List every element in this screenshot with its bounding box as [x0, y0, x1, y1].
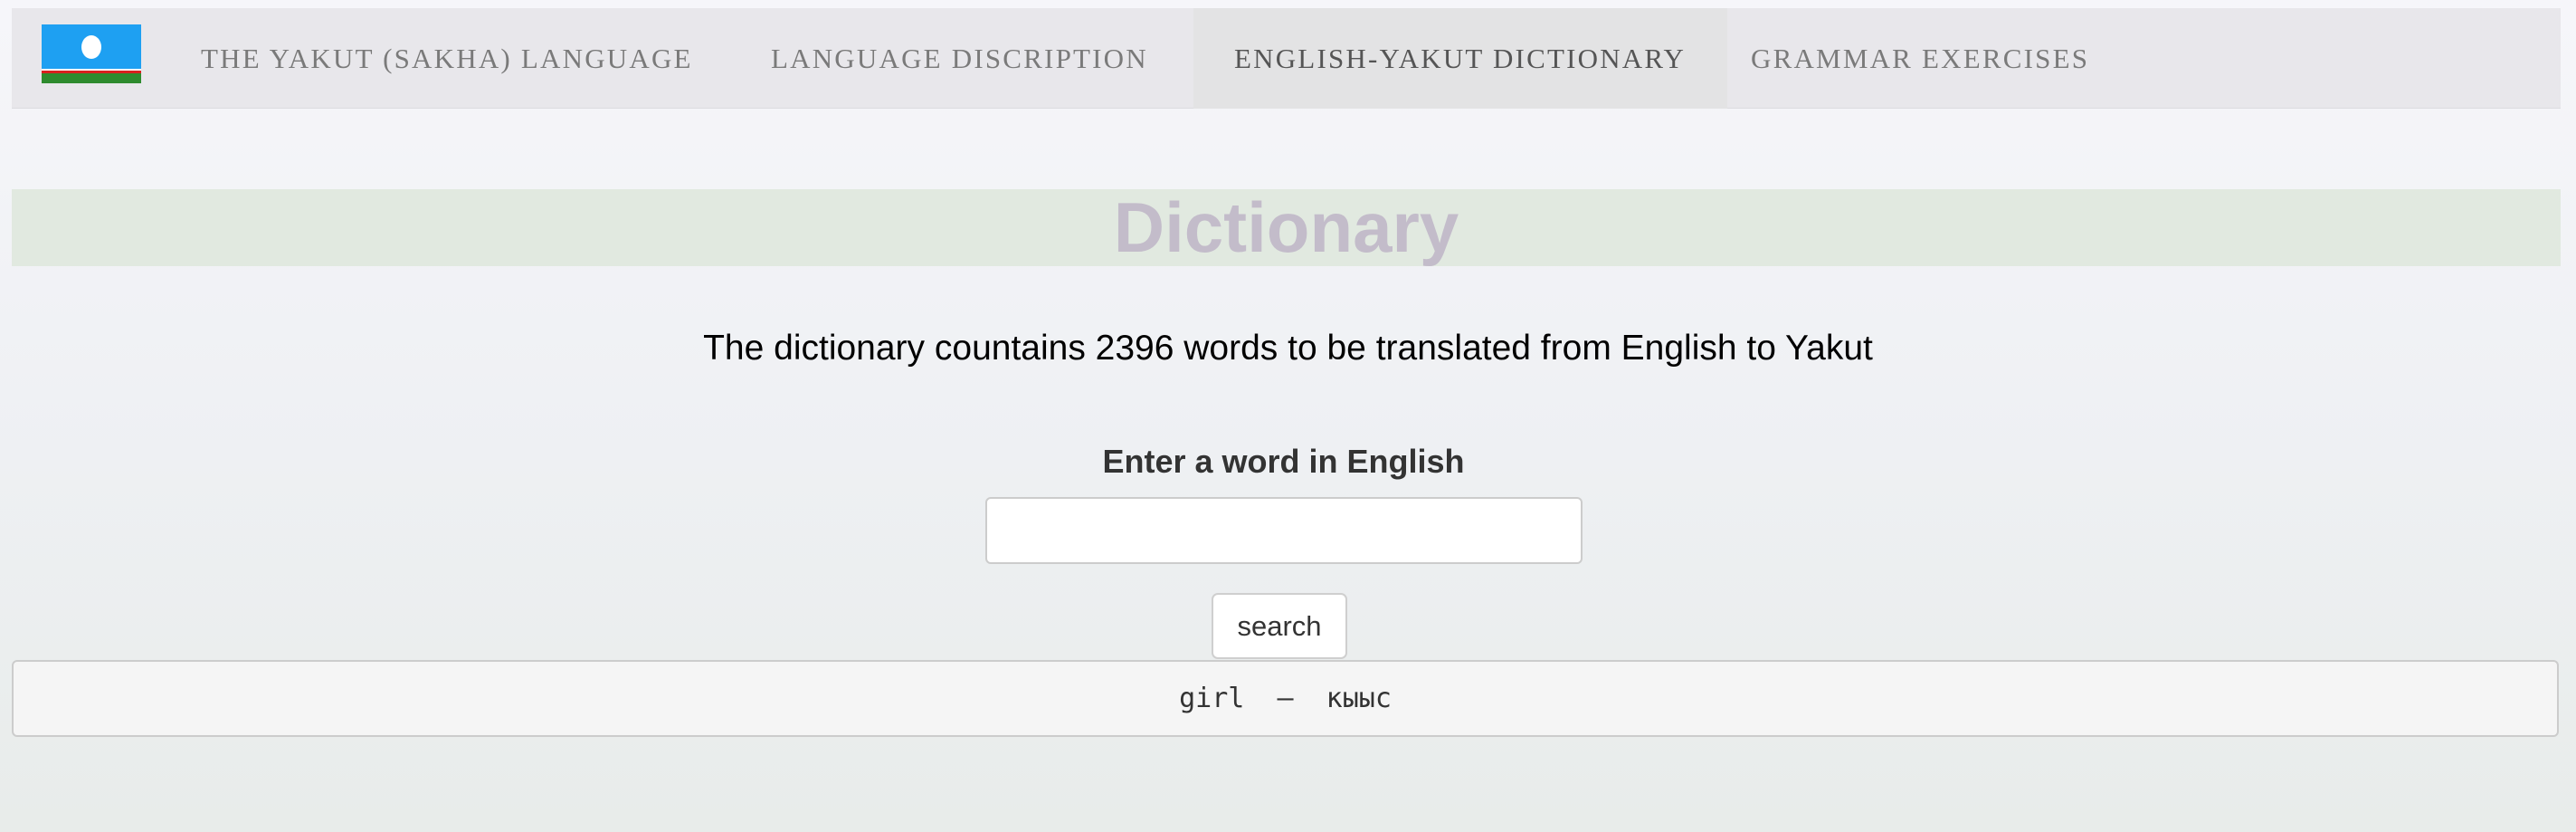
word-input-label: Enter a word in English: [1102, 443, 1465, 480]
english-word-input[interactable]: [985, 497, 1583, 564]
translation-result: girl – кыыс: [1179, 683, 1392, 714]
nav-item-grammar-exercises[interactable]: GRAMMAR EXERCISES: [1751, 8, 2089, 109]
nav-item-yakut-language[interactable]: THE YAKUT (SAKHA) LANGUAGE: [201, 8, 693, 109]
search-button[interactable]: search: [1212, 593, 1347, 659]
nav-item-english-yakut-dictionary[interactable]: ENGLISH-YAKUT DICTIONARY: [1193, 8, 1727, 109]
sakha-flag-icon[interactable]: [42, 24, 141, 83]
page-title: Dictionary: [1113, 187, 1459, 267]
title-band: Dictionary: [12, 187, 2561, 267]
nav-item-language-description[interactable]: LANGUAGE DISCRIPTION: [771, 8, 1148, 109]
result-box: girl – кыыс: [12, 660, 2559, 737]
dictionary-description: The dictionary countains 2396 words to b…: [703, 329, 1873, 368]
top-navbar: THE YAKUT (SAKHA) LANGUAGE LANGUAGE DISC…: [12, 8, 2561, 109]
